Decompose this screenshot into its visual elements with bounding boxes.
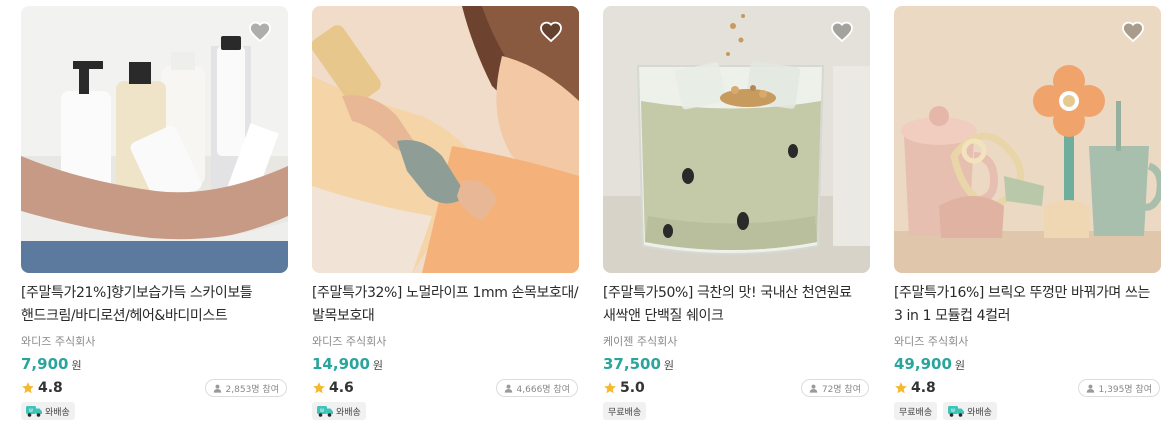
- participants-badge: 72명 참여: [800, 379, 869, 397]
- seller-name: 케이젠 주식회사: [603, 335, 678, 348]
- tag-label: 와배송: [967, 407, 992, 418]
- participants-count: 1,395명 참여: [1098, 384, 1152, 395]
- product-title[interactable]: [주말특가32%] 노멀라이프 1mm 손목보호대/발목보호대: [312, 282, 579, 328]
- price: 7,900 원: [21, 355, 288, 373]
- tag-label: 무료배송: [899, 407, 933, 418]
- currency-unit: 원: [663, 359, 675, 372]
- seller-name: 와디즈 주식회사: [312, 335, 387, 348]
- product-title[interactable]: [주말특가16%] 브릭오 뚜껑만 바꿔가며 쓰는 3 in 1 모듈컵 4컬러: [894, 282, 1161, 328]
- product-image[interactable]: [21, 6, 288, 273]
- product-card[interactable]: [주말특가50%] 극찬의 맛! 국내산 천연원료 새싹앤 단백질 쉐이크 케이…: [603, 6, 870, 430]
- price: 14,900 원: [312, 355, 579, 373]
- participants-count: 72명 참여: [821, 384, 861, 395]
- cosmetics-photo: [21, 6, 288, 273]
- delivery-tag: W 와배송: [312, 402, 366, 420]
- participants-badge: 1,395명 참여: [1077, 379, 1160, 397]
- participants-badge: 4,666명 참여: [495, 379, 578, 397]
- tag-label: 와배송: [336, 407, 361, 418]
- participants-badge: 2,853명 참여: [204, 379, 287, 397]
- currency-unit: 원: [372, 359, 384, 372]
- heart-icon[interactable]: [248, 20, 272, 44]
- seller-name: 와디즈 주식회사: [21, 335, 96, 348]
- price: 49,900 원: [894, 355, 1161, 373]
- participants-count: 2,853명 참여: [225, 384, 279, 395]
- tag-label: 와배송: [45, 407, 70, 418]
- svg-text:W: W: [951, 408, 955, 413]
- truck-icon: W: [26, 406, 42, 417]
- product-image[interactable]: [603, 6, 870, 273]
- tag-label: 무료배송: [608, 407, 642, 418]
- rating-value: 4.8: [38, 380, 63, 396]
- product-title[interactable]: [주말특가21%]향기보습가득 스카이보틀 핸드크림/바디로션/헤어&바디미스트: [21, 282, 288, 328]
- product-image[interactable]: [894, 6, 1161, 273]
- person-icon: [504, 384, 512, 393]
- rating: 5.0: [603, 380, 645, 396]
- product-card[interactable]: [주말특가16%] 브릭오 뚜껑만 바꿔가며 쓰는 3 in 1 모듈컵 4컬러…: [894, 6, 1161, 430]
- product-image[interactable]: [312, 6, 579, 273]
- rating: 4.8: [21, 380, 63, 396]
- price-value: 49,900: [894, 355, 952, 373]
- star-icon: [22, 382, 34, 394]
- star-icon: [604, 382, 616, 394]
- rating: 4.6: [312, 380, 354, 396]
- heart-icon[interactable]: [1121, 20, 1145, 44]
- person-icon: [1086, 384, 1094, 393]
- heart-icon[interactable]: [539, 20, 563, 44]
- truck-icon: W: [317, 406, 333, 417]
- heart-icon[interactable]: [830, 20, 854, 44]
- product-card[interactable]: [주말특가32%] 노멀라이프 1mm 손목보호대/발목보호대 와디즈 주식회사…: [312, 6, 579, 430]
- wrist-guard-photo: [312, 6, 579, 273]
- star-icon: [895, 382, 907, 394]
- currency-unit: 원: [954, 359, 966, 372]
- price: 37,500 원: [603, 355, 870, 373]
- free-shipping-tag: 무료배송: [894, 402, 938, 420]
- svg-text:W: W: [320, 408, 324, 413]
- rating-value: 4.6: [329, 380, 354, 396]
- price-value: 7,900: [21, 355, 69, 373]
- product-title[interactable]: [주말특가50%] 극찬의 맛! 국내산 천연원료 새싹앤 단백질 쉐이크: [603, 282, 870, 328]
- seller-name: 와디즈 주식회사: [894, 335, 969, 348]
- modular-cup-photo: [894, 6, 1161, 273]
- product-grid: [주말특가21%]향기보습가득 스카이보틀 핸드크림/바디로션/헤어&바디미스트…: [0, 0, 1172, 436]
- star-icon: [313, 382, 325, 394]
- delivery-tag: W 와배송: [21, 402, 75, 420]
- svg-text:W: W: [29, 408, 33, 413]
- truck-icon: W: [948, 406, 965, 417]
- participants-count: 4,666명 참여: [516, 384, 570, 395]
- rating-value: 4.8: [911, 380, 936, 396]
- currency-unit: 원: [71, 359, 82, 372]
- price-value: 14,900: [312, 355, 370, 373]
- protein-shake-photo: [603, 6, 870, 273]
- product-card[interactable]: [주말특가21%]향기보습가득 스카이보틀 핸드크림/바디로션/헤어&바디미스트…: [21, 6, 288, 430]
- rating-value: 5.0: [620, 380, 645, 396]
- delivery-tag: W 와배송: [943, 402, 997, 420]
- free-shipping-tag: 무료배송: [603, 402, 647, 420]
- price-value: 37,500: [603, 355, 661, 373]
- person-icon: [809, 384, 818, 393]
- rating: 4.8: [894, 380, 936, 396]
- person-icon: [213, 384, 221, 393]
